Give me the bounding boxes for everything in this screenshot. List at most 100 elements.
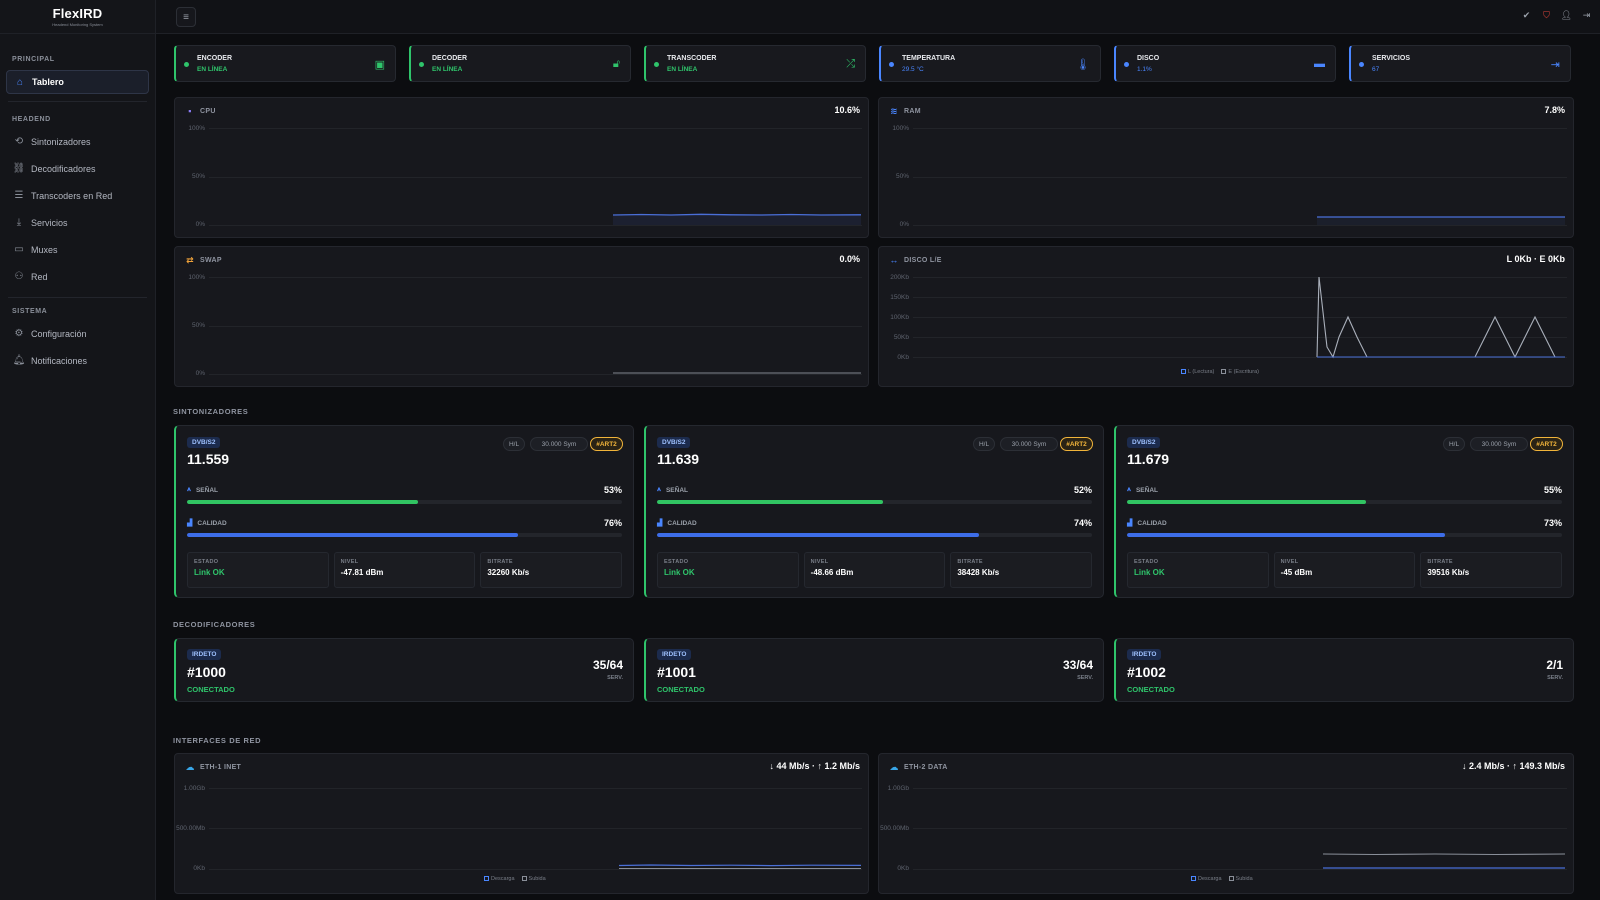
legend-item[interactable]: L (Lectura) [1181,369,1214,375]
sidebar-item-label: Red [31,271,48,282]
home-icon: ⌂ [16,76,24,88]
link-icon: ⛓ [12,163,26,174]
legend-item[interactable]: E (Escritura) [1221,369,1259,375]
sidebar-item-servicios[interactable]: ⤓ Servicios [0,209,155,236]
quality-value: 73% [1543,518,1562,528]
y-tick: 500.00Mb [880,825,909,832]
signal-label-text: SEÑAL [665,486,688,494]
tuner-card[interactable]: DVB/S2 H/L 30.000 Sym #ART2 11.559 ⩚ SEÑA… [174,425,634,598]
network-header: ☁ ETH-2 DATA [889,762,948,772]
tuner-stats: ESTADO Link OK NIVEL -47.81 dBm BITRATE 322… [187,552,623,588]
status-card-transcoder[interactable]: TRANSCODER EN LÍNEA ⤮ [644,45,866,82]
disk-io-chart [1316,276,1565,359]
sidebar-item-tablero[interactable]: ⌂ Tablero [6,70,149,94]
network-value: ↓ 44 Mb/s · ↑ 1.2 Mb/s [769,761,860,771]
tuner-card[interactable]: DVB/S2 H/L 30.000 Sym #ART2 11.679 ⩚ SEÑA… [1114,425,1574,598]
signal-value: 55% [1543,485,1562,495]
status-card-temperatura[interactable]: TEMPERATURA 29.5 °C 🌡︎ [879,45,1101,82]
decoder-card[interactable]: IRDETO #1002 CONECTADO 2/1 SERV. [1114,638,1574,702]
status-card-servicios[interactable]: SERVICIOS 67 ⇥ [1349,45,1571,82]
network-header: ☁ ETH-1 INET [185,762,241,772]
legend-item[interactable]: Subida [1228,876,1253,882]
cpu-series-area [613,214,861,225]
status-card-disco[interactable]: DISCO 1.1% ▬ [1114,45,1336,82]
signal-bar [187,500,622,504]
server-icon: ☰ [14,190,24,201]
stat-label: BITRATE [487,559,513,565]
y-tick: 100% [892,125,909,132]
signal-label: ⩚ SEÑAL [1127,486,1158,494]
ram-header: ≋ RAM [889,106,921,116]
status-card-encoder[interactable]: ENCODER EN LÍNEA ▣ [174,45,396,82]
user-icon[interactable]: 👤︎ [1561,10,1572,21]
stat-label: ESTADO [664,559,689,565]
legend-item[interactable]: Descarga [1191,876,1222,882]
antenna-icon: ⩚ [1127,486,1131,493]
sidebar-item-notificaciones[interactable]: 🔔︎ Notificaciones [0,347,155,374]
decoder-service-count: 2/1 [1546,658,1563,672]
decoder-card[interactable]: IRDETO #1001 CONECTADO 33/64 SERV. [644,638,1104,702]
quality-meter: ▟ CALIDAD 73% [1127,518,1562,543]
stat-bitrate: BITRATE 38428 Kb/s [950,552,1093,588]
tuner-card[interactable]: DVB/S2 H/L 30.000 Sym #ART2 11.639 ⩚ SEÑA… [644,425,1104,598]
sidebar-item-sintonizadores[interactable]: ⟲ Sintonizadores [0,128,155,155]
sidebar-item-decodificadores[interactable]: ⛓ Decodificadores [0,155,155,182]
tuner-type-badge: DVB/S2 [657,437,691,448]
section-title-decoders: DECODIFICADORES [173,620,256,629]
hamburger-menu-button[interactable]: ≡ [176,7,196,27]
status-dot [654,62,659,67]
legend-label: Descarga [491,876,515,882]
tuner-tag-pill: #ART2 [590,437,623,451]
status-dot [184,62,189,67]
network-interface-icon: ☁ [185,761,195,772]
signal-meter: ⩚ SEÑAL 52% [657,485,1092,510]
signal-bar-fill [657,500,884,504]
decoder-type-badge: IRDETO [187,649,222,660]
sidebar-item-muxes[interactable]: ▭ Muxes [0,236,155,263]
sidebar-item-transcoders[interactable]: ☰ Transcoders en Red [0,182,155,209]
legend-swatch [1228,876,1234,881]
status-card-label: SERVICIOS [1372,55,1410,62]
signal-meter: ⩚ SEÑAL 55% [1127,485,1562,510]
ram-chart [1317,216,1565,225]
check-circle-icon[interactable]: ✔ [1521,10,1532,21]
sidebar-item-configuracion[interactable]: ⚙ Configuración [0,320,155,347]
sidebar-item-red[interactable]: ⚇ Red [0,263,155,290]
sidebar-item-label: Sintonizadores [31,136,91,147]
status-card-decoder[interactable]: DECODER EN LÍNEA 🔓︎ [409,45,631,82]
ram-panel: ≋ RAM 7.8% 100% 50% 0% [878,97,1574,238]
stat-value: 39516 Kb/s [1427,568,1470,577]
stat-label: NIVEL [810,559,829,565]
decoder-card[interactable]: IRDETO #1000 CONECTADO 35/64 SERV. [174,638,634,702]
status-card-value: 29.5 °C [902,66,924,73]
legend-item[interactable]: Descarga [484,876,515,882]
stat-value: Link OK [194,568,225,577]
legend-swatch [521,876,527,881]
quality-value: 74% [1073,518,1092,528]
sidebar-section-sistema: SISTEMA [12,308,48,315]
disk-io-value: L 0Kb · E 0Kb [1506,254,1565,264]
status-dot [419,62,424,67]
ram-series-area [1317,217,1565,225]
download-icon: ⤓ [16,217,22,228]
network-panel-eth2: ☁ ETH-2 DATA ↓ 2.4 Mb/s · ↑ 149.3 Mb/s 1… [878,753,1574,894]
logout-icon[interactable]: ⇥ [1581,10,1592,21]
legend-item[interactable]: Subida [521,876,546,882]
stat-value: 32260 Kb/s [487,568,530,577]
network-value: ↓ 2.4 Mb/s · ↑ 149.3 Mb/s [1461,761,1565,771]
app-logo[interactable]: FlexIRD Headend Monitoring System [0,0,155,34]
signal-bar-fill [187,500,418,504]
sign-in-icon: ⇥ [1550,59,1560,71]
shield-icon[interactable]: ⛉ [1541,10,1552,21]
stat-status: ESTADO Link OK [1127,552,1269,588]
status-card-value: 1.1% [1137,66,1152,73]
stat-value: -48.66 dBm [810,568,854,577]
status-dot [1124,62,1129,67]
stat-value: -45 dBm [1280,568,1313,577]
stat-label: ESTADO [194,559,219,565]
stat-status: ESTADO Link OK [657,552,799,588]
status-card-label: DISCO [1137,55,1160,62]
legend-swatch [1191,876,1196,881]
stat-value: Link OK [1134,568,1165,577]
polarization-pill: H/L [1443,437,1465,451]
